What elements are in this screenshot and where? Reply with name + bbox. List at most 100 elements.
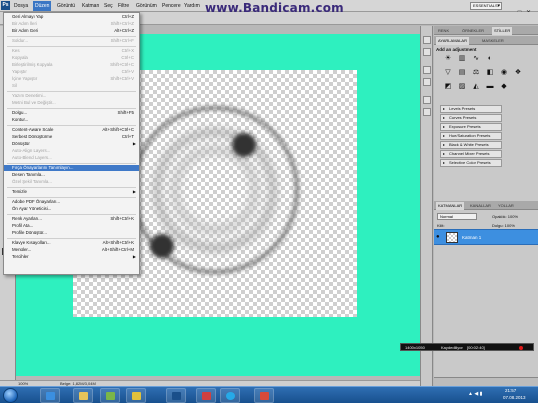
edit-menu-item[interactable]: Soldur... Shift+Ctrl+F bbox=[4, 38, 139, 44]
edit-menu-item[interactable]: Kontur... bbox=[4, 117, 139, 123]
clock-time[interactable]: 21:57 bbox=[505, 388, 516, 393]
preset-exposure[interactable]: Exposure Presets bbox=[440, 123, 502, 131]
threshold-icon[interactable]: ◭ bbox=[472, 83, 480, 91]
edit-menu-item[interactable]: Kes Ctrl+X bbox=[4, 48, 139, 54]
edit-menu-item[interactable]: Temizle ▶ bbox=[4, 189, 139, 195]
layer-row[interactable]: ● Katman 1 bbox=[434, 229, 538, 245]
skype-icon bbox=[226, 392, 235, 400]
edit-menu-item[interactable]: Kopyala Ctrl+C bbox=[4, 55, 139, 61]
taskbar-skype[interactable] bbox=[220, 388, 240, 403]
brush-panel-icon[interactable] bbox=[423, 66, 431, 74]
menu-edit[interactable]: Düzen bbox=[33, 1, 52, 11]
invert-icon[interactable]: ◩ bbox=[444, 83, 452, 91]
exposure-icon[interactable]: ◐ bbox=[486, 55, 494, 63]
curves-icon[interactable]: ∿ bbox=[472, 55, 480, 63]
gradient-map-icon[interactable]: ▬ bbox=[486, 83, 494, 91]
taskbar-explorer[interactable] bbox=[73, 388, 93, 403]
edit-menu-item[interactable]: Dönüştür ▶ bbox=[4, 141, 139, 147]
selective-color-icon[interactable]: ◆ bbox=[500, 83, 508, 91]
taskbar-photoshop[interactable] bbox=[166, 388, 186, 403]
edit-menu-item[interactable]: Metni Bul ve Değiştir... bbox=[4, 100, 139, 106]
tab-masks[interactable]: MASKELER bbox=[480, 37, 506, 45]
taskbar-ie[interactable] bbox=[40, 388, 60, 403]
edit-menu-item[interactable]: Auto-Align Layers... bbox=[4, 148, 139, 154]
edit-menu-item[interactable]: Content-Aware Scale Alt+Shift+Ctrl+C bbox=[4, 127, 139, 133]
tab-adjustments[interactable]: AYARLAMALAR bbox=[436, 37, 469, 45]
clone-source-panel-icon[interactable] bbox=[423, 78, 431, 86]
workspace-switcher[interactable]: ESSENTIALS bbox=[470, 2, 502, 10]
menu-item-shortcut: Ctrl+T bbox=[121, 134, 134, 139]
color-balance-icon[interactable]: ⚖ bbox=[472, 69, 480, 77]
preset-levels[interactable]: Levels Presets bbox=[440, 105, 502, 113]
opacity-field[interactable]: Opaklık: 100% bbox=[492, 213, 536, 220]
taskbar-app4[interactable] bbox=[126, 388, 146, 403]
preset-curves[interactable]: Curves Presets bbox=[440, 114, 502, 122]
edit-menu-item[interactable]: Dolgu... Shift+F5 bbox=[4, 110, 139, 116]
preset-selective-color[interactable]: Selective Color Presets bbox=[440, 159, 502, 167]
preset-channel-mixer[interactable]: Channel Mixer Presets bbox=[440, 150, 502, 158]
tab-color[interactable]: RENK bbox=[436, 27, 451, 35]
edit-menu-item[interactable]: Auto-Blend Layers... bbox=[4, 155, 139, 161]
fill-field[interactable]: Dolgu: 100% bbox=[492, 222, 536, 229]
photo-filter-icon[interactable]: ◉ bbox=[500, 69, 508, 77]
taskbar-app3[interactable] bbox=[100, 388, 120, 403]
edit-menu-item[interactable]: İçine Yapıştır Shift+Ctrl+V bbox=[4, 76, 139, 82]
record-icon[interactable] bbox=[519, 346, 523, 350]
clock-date[interactable]: 07.08.2013 bbox=[503, 395, 526, 400]
edit-menu-item[interactable]: Fırça Önayarlarını Tanımlayın... bbox=[4, 165, 139, 171]
menu-layer[interactable]: Katman bbox=[80, 1, 101, 11]
brightness-icon[interactable]: ☀ bbox=[444, 55, 452, 63]
system-tray-icons[interactable]: ▲ ◀ ▮ bbox=[468, 391, 482, 397]
layer-name[interactable]: Katman 1 bbox=[462, 234, 481, 241]
edit-menu-item[interactable]: Sil bbox=[4, 83, 139, 89]
hue-saturation-icon[interactable]: ▤ bbox=[458, 69, 466, 77]
visibility-eye-icon[interactable]: ● bbox=[436, 234, 442, 240]
tab-channels[interactable]: KANALLAR bbox=[468, 202, 493, 210]
edit-menu-item[interactable]: Klavye Kısayolları... Alt+Shift+Ctrl+K bbox=[4, 240, 139, 246]
edit-menu-item[interactable]: Özel Şekil Tanımla... bbox=[4, 179, 139, 185]
edit-menu-item[interactable]: Profile Dönüştür... bbox=[4, 230, 139, 236]
start-button[interactable] bbox=[3, 388, 18, 403]
menu-help[interactable]: Yardım bbox=[182, 1, 202, 11]
menu-file[interactable]: Dosya bbox=[12, 1, 30, 11]
edit-menu-item[interactable]: Desen Tanımla... bbox=[4, 172, 139, 178]
taskbar-app6[interactable] bbox=[196, 388, 216, 403]
edit-menu-item[interactable]: Renk Ayarları... Shift+Ctrl+K bbox=[4, 216, 139, 222]
edit-menu-item[interactable]: Bir Adım İleri Shift+Ctrl+Z bbox=[4, 21, 139, 27]
preset-hue-saturation[interactable]: Hue/Saturation Presets bbox=[440, 132, 502, 140]
paragraph-panel-icon[interactable] bbox=[423, 108, 431, 116]
edit-menu-item[interactable]: Adobe PDF Önayarları... bbox=[4, 199, 139, 205]
taskbar-app8[interactable] bbox=[254, 388, 274, 403]
edit-menu-item[interactable]: Yapıştır Ctrl+V bbox=[4, 69, 139, 75]
menu-view[interactable]: Görünüm bbox=[134, 1, 159, 11]
menu-filter[interactable]: Filtre bbox=[116, 1, 131, 11]
edit-menu-item[interactable]: Bir Adım Geri Alt+Ctrl+Z bbox=[4, 28, 139, 34]
tab-swatches[interactable]: ÖRNEKLER bbox=[460, 27, 486, 35]
edit-menu-item[interactable]: Birleştirilmiş Kopyala Shift+Ctrl+C bbox=[4, 62, 139, 68]
edit-menu-item[interactable]: Tercihler ▶ bbox=[4, 254, 139, 260]
tab-styles[interactable]: STİLLER bbox=[492, 27, 513, 35]
black-white-icon[interactable]: ◧ bbox=[486, 69, 494, 77]
edit-menu-item[interactable]: Geri Almayı Yap Ctrl+Z bbox=[4, 14, 139, 20]
edit-menu-item[interactable]: Menüler... Alt+Shift+Ctrl+M bbox=[4, 247, 139, 253]
character-panel-icon[interactable] bbox=[423, 96, 431, 104]
edit-menu-item[interactable]: Yazım Denetimi... bbox=[4, 93, 139, 99]
menu-window[interactable]: Pencere bbox=[160, 1, 183, 11]
tab-paths[interactable]: YOLLAR bbox=[496, 202, 516, 210]
edit-menu-item[interactable]: Serbest Dönüştürme Ctrl+T bbox=[4, 134, 139, 140]
menu-select[interactable]: Seç bbox=[102, 1, 115, 11]
submenu-arrow-icon: ▶ bbox=[132, 189, 136, 194]
edit-menu-item[interactable]: Profil Ata... bbox=[4, 223, 139, 229]
history-panel-icon[interactable] bbox=[423, 36, 431, 44]
channel-mixer-icon[interactable]: ❖ bbox=[514, 69, 522, 77]
menu-image[interactable]: Görüntü bbox=[55, 1, 77, 11]
vibrance-icon[interactable]: ▽ bbox=[444, 69, 452, 77]
posterize-icon[interactable]: ▨ bbox=[458, 83, 466, 91]
layer-thumbnail bbox=[446, 232, 458, 243]
preset-black-white[interactable]: Black & White Presets bbox=[440, 141, 502, 149]
levels-icon[interactable]: ▥ bbox=[458, 55, 466, 63]
actions-panel-icon[interactable] bbox=[423, 48, 431, 56]
edit-menu-item[interactable]: Ön Ayar Yöneticisi... bbox=[4, 206, 139, 212]
blend-mode-select[interactable]: Normal bbox=[437, 213, 477, 220]
tab-layers[interactable]: KATMANLAR bbox=[436, 202, 465, 210]
